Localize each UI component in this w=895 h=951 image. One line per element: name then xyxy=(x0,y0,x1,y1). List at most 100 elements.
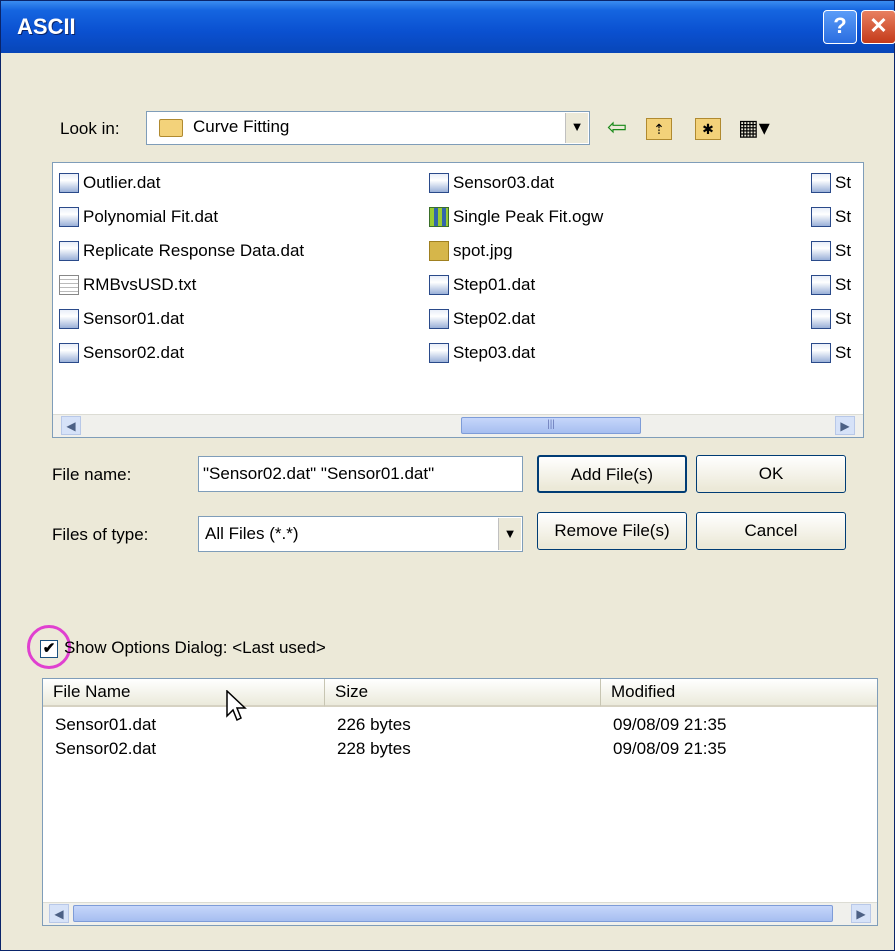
file-item[interactable]: Step01.dat xyxy=(429,271,535,299)
dat-file-icon xyxy=(811,207,831,227)
cell-file-name: Sensor01.dat xyxy=(55,715,157,734)
file-item-label: Outlier.dat xyxy=(83,173,161,192)
column-header-size[interactable]: Size xyxy=(325,679,601,707)
file-item-label: Replicate Response Data.dat xyxy=(83,241,305,260)
file-item-label: St xyxy=(835,207,852,226)
file-item[interactable]: Polynomial Fit.dat xyxy=(59,203,218,231)
file-item-label: spot.jpg xyxy=(453,241,513,260)
mouse-cursor-icon xyxy=(226,690,247,722)
file-type-value: All Files (*.*) xyxy=(205,524,299,543)
file-item[interactable]: St xyxy=(811,237,851,265)
file-item-label: Step03.dat xyxy=(453,343,536,362)
dat-file-icon xyxy=(811,309,831,329)
file-item-label: Polynomial Fit.dat xyxy=(83,207,219,226)
file-item-label: Sensor03.dat xyxy=(453,173,555,192)
file-item[interactable]: St xyxy=(811,203,851,231)
dat-file-icon xyxy=(59,309,79,329)
cell-modified: 09/08/09 21:35 xyxy=(613,715,727,734)
file-item-label: Sensor01.dat xyxy=(83,309,185,328)
remove-files-button[interactable]: Remove File(s) xyxy=(537,512,687,550)
file-item[interactable]: Step02.dat xyxy=(429,305,535,333)
file-list[interactable]: Outlier.dat Polynomial Fit.dat Replicate R… xyxy=(52,162,864,438)
look-in-combo[interactable]: Curve Fitting ▼ xyxy=(146,111,590,145)
horizontal-scrollbar[interactable]: ◀ ▶ xyxy=(43,902,877,925)
scroll-thumb[interactable]: ||| xyxy=(461,417,641,434)
file-item[interactable]: RMBvsUSD.txt xyxy=(59,271,196,299)
cell-size: 228 bytes xyxy=(337,739,411,758)
column-header-modified[interactable]: Modified xyxy=(601,679,877,707)
dat-file-icon xyxy=(59,207,79,227)
new-folder-icon[interactable]: ✱ xyxy=(695,118,721,140)
dat-file-icon xyxy=(429,173,449,193)
file-item[interactable]: Sensor03.dat xyxy=(429,169,554,197)
close-button[interactable]: ✕ xyxy=(861,10,895,44)
txt-file-icon xyxy=(59,275,79,295)
file-item[interactable]: Step03.dat xyxy=(429,339,535,367)
scroll-right-icon[interactable]: ▶ xyxy=(851,904,871,923)
file-item[interactable]: Sensor02.dat xyxy=(59,339,184,367)
view-menu-icon[interactable]: ▦▾ xyxy=(738,116,770,140)
help-button[interactable]: ? xyxy=(823,10,857,44)
file-item[interactable]: St xyxy=(811,271,851,299)
column-header-file-name[interactable]: File Name xyxy=(43,679,325,707)
look-in-label: Look in: xyxy=(60,119,120,138)
dat-file-icon xyxy=(429,343,449,363)
scroll-right-icon[interactable]: ▶ xyxy=(835,416,855,435)
selected-files-list[interactable]: File Name Size Modified Sensor01.dat 226… xyxy=(42,678,878,926)
dat-file-icon xyxy=(59,343,79,363)
jpg-file-icon xyxy=(429,241,449,261)
dat-file-icon xyxy=(429,275,449,295)
cell-size: 226 bytes xyxy=(337,715,411,734)
file-name-value: "Sensor02.dat" "Sensor01.dat" xyxy=(203,464,435,483)
file-item[interactable]: St xyxy=(811,339,851,367)
chevron-down-icon[interactable]: ▼ xyxy=(498,518,521,550)
up-folder-icon[interactable]: ⇡ xyxy=(646,118,672,140)
window-title: ASCII xyxy=(17,14,76,39)
look-in-value: Curve Fitting xyxy=(193,117,290,136)
file-name-label: File name: xyxy=(52,465,132,484)
dat-file-icon xyxy=(811,343,831,363)
file-item[interactable]: Replicate Response Data.dat xyxy=(59,237,304,265)
file-item-label: St xyxy=(835,241,852,260)
file-item-label: Step01.dat xyxy=(453,275,536,294)
cell-file-name: Sensor02.dat xyxy=(55,739,157,758)
scroll-left-icon[interactable]: ◀ xyxy=(49,904,69,923)
dat-file-icon xyxy=(811,275,831,295)
scroll-left-icon[interactable]: ◀ xyxy=(61,416,81,435)
file-item[interactable]: Sensor01.dat xyxy=(59,305,184,333)
file-item-label: Single Peak Fit.ogw xyxy=(453,207,604,226)
cancel-button[interactable]: Cancel xyxy=(696,512,846,550)
title-bar[interactable]: ASCII ? ✕ xyxy=(1,1,895,53)
file-type-combo[interactable]: All Files (*.*) ▼ xyxy=(198,516,523,552)
file-item-label: St xyxy=(835,343,852,362)
file-item[interactable]: spot.jpg xyxy=(429,237,513,265)
file-item-label: St xyxy=(835,173,852,192)
add-files-button[interactable]: Add File(s) xyxy=(537,455,687,493)
ogw-file-icon xyxy=(429,207,449,227)
file-item[interactable]: St xyxy=(811,169,851,197)
file-item-label: St xyxy=(835,309,852,328)
cell-modified: 09/08/09 21:35 xyxy=(613,739,727,758)
chevron-down-icon[interactable]: ▼ xyxy=(565,113,588,143)
folder-icon xyxy=(159,119,183,137)
file-item-label: Sensor02.dat xyxy=(83,343,185,362)
scroll-thumb[interactable] xyxy=(73,905,833,922)
file-item[interactable]: St xyxy=(811,305,851,333)
back-icon[interactable]: ⇦ xyxy=(607,116,627,140)
file-item-label: Step02.dat xyxy=(453,309,536,328)
dat-file-icon xyxy=(811,173,831,193)
file-name-input[interactable]: "Sensor02.dat" "Sensor01.dat" xyxy=(198,456,523,492)
file-type-label: Files of type: xyxy=(52,525,149,544)
dat-file-icon xyxy=(811,241,831,261)
ok-button[interactable]: OK xyxy=(696,455,846,493)
file-item[interactable]: Outlier.dat xyxy=(59,169,161,197)
dat-file-icon xyxy=(429,309,449,329)
show-options-label: Show Options Dialog: <Last used> xyxy=(64,638,326,657)
dat-file-icon xyxy=(59,173,79,193)
file-item[interactable]: Single Peak Fit.ogw xyxy=(429,203,603,231)
horizontal-scrollbar[interactable]: ◀ ||| ▶ xyxy=(53,414,863,437)
file-item-label: St xyxy=(835,275,852,294)
dat-file-icon xyxy=(59,241,79,261)
show-options-checkbox[interactable]: ✔ xyxy=(40,640,58,658)
file-item-label: RMBvsUSD.txt xyxy=(83,275,197,294)
